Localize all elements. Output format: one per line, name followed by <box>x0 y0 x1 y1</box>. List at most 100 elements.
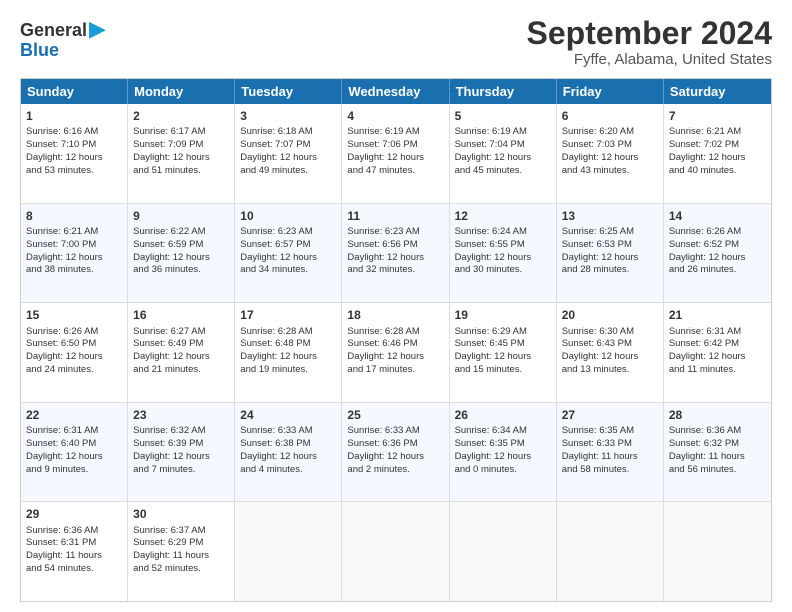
day-info-line: and 51 minutes. <box>133 165 229 178</box>
day-info-line: Daylight: 12 hours <box>133 252 229 265</box>
day-info-line: and 24 minutes. <box>26 364 122 377</box>
day-number-3: 3 <box>240 108 336 124</box>
day-info-line: Sunset: 7:09 PM <box>133 139 229 152</box>
day-info-line: Sunrise: 6:36 AM <box>26 525 122 538</box>
day-4: 4Sunrise: 6:19 AMSunset: 7:06 PMDaylight… <box>342 104 449 203</box>
week-row-3: 15Sunrise: 6:26 AMSunset: 6:50 PMDayligh… <box>21 302 771 402</box>
day-info-line: Sunset: 6:50 PM <box>26 338 122 351</box>
day-info-line: Sunrise: 6:16 AM <box>26 126 122 139</box>
day-2: 2Sunrise: 6:17 AMSunset: 7:09 PMDaylight… <box>128 104 235 203</box>
day-info-line: and 38 minutes. <box>26 264 122 277</box>
day-info-line: Sunrise: 6:33 AM <box>240 425 336 438</box>
day-info-line: Sunset: 6:36 PM <box>347 438 443 451</box>
day-info-line: Sunrise: 6:19 AM <box>347 126 443 139</box>
week-row-5: 29Sunrise: 6:36 AMSunset: 6:31 PMDayligh… <box>21 501 771 601</box>
day-info-line: Daylight: 11 hours <box>133 550 229 563</box>
day-info-line: Sunset: 7:03 PM <box>562 139 658 152</box>
page: General▶ Blue September 2024 Fyffe, Alab… <box>0 0 792 612</box>
day-10: 10Sunrise: 6:23 AMSunset: 6:57 PMDayligh… <box>235 204 342 303</box>
empty-cell-4-4 <box>450 502 557 601</box>
day-8: 8Sunrise: 6:21 AMSunset: 7:00 PMDaylight… <box>21 204 128 303</box>
day-info-line: and 30 minutes. <box>455 264 551 277</box>
day-info-line: and 19 minutes. <box>240 364 336 377</box>
day-info-line: Sunset: 6:39 PM <box>133 438 229 451</box>
day-info-line: and 56 minutes. <box>669 464 766 477</box>
day-number-20: 20 <box>562 307 658 323</box>
day-info-line: and 7 minutes. <box>133 464 229 477</box>
day-number-1: 1 <box>26 108 122 124</box>
day-info-line: Sunrise: 6:37 AM <box>133 525 229 538</box>
day-info-line: and 28 minutes. <box>562 264 658 277</box>
day-29: 29Sunrise: 6:36 AMSunset: 6:31 PMDayligh… <box>21 502 128 601</box>
day-info-line: Sunrise: 6:30 AM <box>562 326 658 339</box>
day-info-line: Daylight: 12 hours <box>26 252 122 265</box>
day-info-line: Daylight: 11 hours <box>26 550 122 563</box>
day-info-line: Sunrise: 6:24 AM <box>455 226 551 239</box>
day-info-line: Sunrise: 6:21 AM <box>26 226 122 239</box>
day-info-line: Daylight: 12 hours <box>240 152 336 165</box>
logo-arrow-icon: ▶ <box>89 16 106 41</box>
day-info-line: Sunrise: 6:28 AM <box>240 326 336 339</box>
day-number-26: 26 <box>455 407 551 423</box>
day-info-line: Sunset: 6:35 PM <box>455 438 551 451</box>
day-number-17: 17 <box>240 307 336 323</box>
day-info-line: Daylight: 12 hours <box>669 152 766 165</box>
day-info-line: Sunrise: 6:35 AM <box>562 425 658 438</box>
header-tuesday: Tuesday <box>235 79 342 104</box>
day-info-line: Sunrise: 6:25 AM <box>562 226 658 239</box>
day-number-11: 11 <box>347 208 443 224</box>
day-info-line: and 26 minutes. <box>669 264 766 277</box>
empty-cell-4-3 <box>342 502 449 601</box>
empty-cell-4-2 <box>235 502 342 601</box>
day-info-line: Sunset: 6:59 PM <box>133 239 229 252</box>
day-info-line: and 53 minutes. <box>26 165 122 178</box>
day-number-12: 12 <box>455 208 551 224</box>
day-info-line: Daylight: 12 hours <box>240 451 336 464</box>
day-info-line: Sunset: 6:45 PM <box>455 338 551 351</box>
day-9: 9Sunrise: 6:22 AMSunset: 6:59 PMDaylight… <box>128 204 235 303</box>
day-24: 24Sunrise: 6:33 AMSunset: 6:38 PMDayligh… <box>235 403 342 502</box>
header-monday: Monday <box>128 79 235 104</box>
day-info-line: Sunrise: 6:36 AM <box>669 425 766 438</box>
day-info-line: and 32 minutes. <box>347 264 443 277</box>
day-info-line: and 58 minutes. <box>562 464 658 477</box>
calendar-header: Sunday Monday Tuesday Wednesday Thursday… <box>21 79 771 104</box>
day-info-line: and 49 minutes. <box>240 165 336 178</box>
day-info-line: and 4 minutes. <box>240 464 336 477</box>
day-info-line: Sunrise: 6:18 AM <box>240 126 336 139</box>
day-19: 19Sunrise: 6:29 AMSunset: 6:45 PMDayligh… <box>450 303 557 402</box>
day-7: 7Sunrise: 6:21 AMSunset: 7:02 PMDaylight… <box>664 104 771 203</box>
day-info-line: and 15 minutes. <box>455 364 551 377</box>
day-number-28: 28 <box>669 407 766 423</box>
day-info-line: Sunset: 6:53 PM <box>562 239 658 252</box>
day-info-line: and 36 minutes. <box>133 264 229 277</box>
header-friday: Friday <box>557 79 664 104</box>
day-info-line: Sunset: 6:33 PM <box>562 438 658 451</box>
day-17: 17Sunrise: 6:28 AMSunset: 6:48 PMDayligh… <box>235 303 342 402</box>
logo-general: General <box>20 20 87 40</box>
day-info-line: and 54 minutes. <box>26 563 122 576</box>
day-info-line: Sunset: 6:46 PM <box>347 338 443 351</box>
week-row-4: 22Sunrise: 6:31 AMSunset: 6:40 PMDayligh… <box>21 402 771 502</box>
day-info-line: and 17 minutes. <box>347 364 443 377</box>
day-number-22: 22 <box>26 407 122 423</box>
day-22: 22Sunrise: 6:31 AMSunset: 6:40 PMDayligh… <box>21 403 128 502</box>
day-info-line: Daylight: 12 hours <box>347 252 443 265</box>
day-14: 14Sunrise: 6:26 AMSunset: 6:52 PMDayligh… <box>664 204 771 303</box>
day-info-line: and 45 minutes. <box>455 165 551 178</box>
day-info-line: Daylight: 12 hours <box>347 351 443 364</box>
day-info-line: Daylight: 12 hours <box>455 351 551 364</box>
day-16: 16Sunrise: 6:27 AMSunset: 6:49 PMDayligh… <box>128 303 235 402</box>
day-info-line: and 21 minutes. <box>133 364 229 377</box>
day-11: 11Sunrise: 6:23 AMSunset: 6:56 PMDayligh… <box>342 204 449 303</box>
day-info-line: and 40 minutes. <box>669 165 766 178</box>
day-info-line: Sunrise: 6:26 AM <box>26 326 122 339</box>
day-info-line: Daylight: 12 hours <box>26 152 122 165</box>
day-number-23: 23 <box>133 407 229 423</box>
day-25: 25Sunrise: 6:33 AMSunset: 6:36 PMDayligh… <box>342 403 449 502</box>
week-row-2: 8Sunrise: 6:21 AMSunset: 7:00 PMDaylight… <box>21 203 771 303</box>
day-info-line: Sunset: 7:02 PM <box>669 139 766 152</box>
day-info-line: Sunrise: 6:23 AM <box>240 226 336 239</box>
day-number-25: 25 <box>347 407 443 423</box>
day-info-line: Sunset: 7:10 PM <box>26 139 122 152</box>
